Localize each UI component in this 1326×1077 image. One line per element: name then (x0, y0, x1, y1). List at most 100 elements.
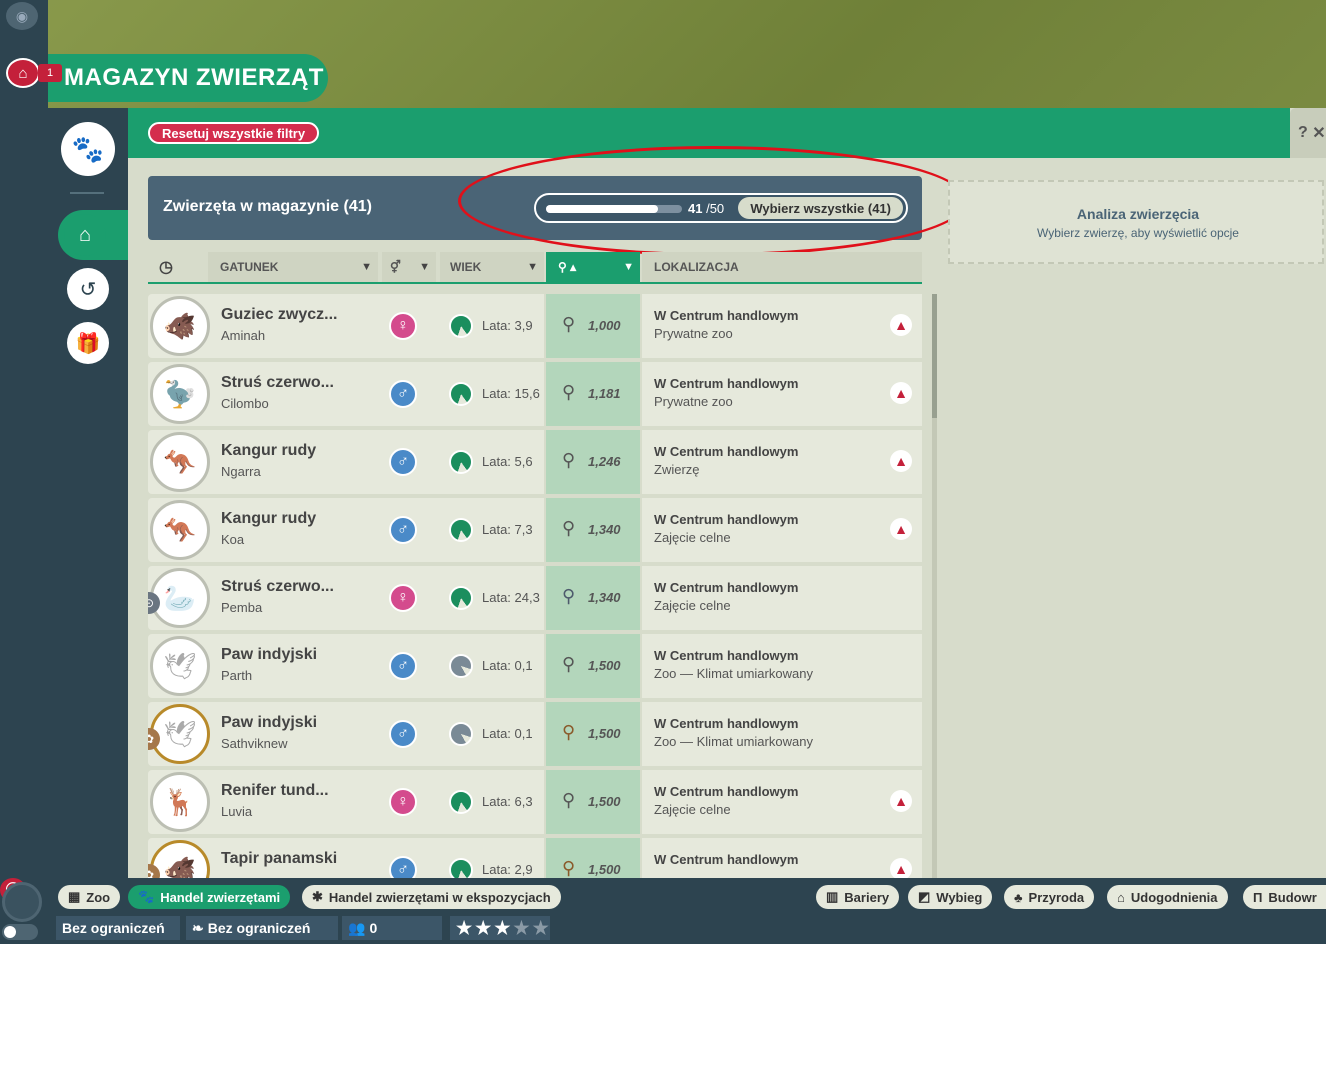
col-sex[interactable]: ⚥ ▼ (382, 252, 436, 282)
rating-cell: ⚲ 1,340 (546, 566, 640, 630)
animal-age: Lata: 3,9 (482, 318, 533, 333)
animal-name: Koa (221, 532, 245, 547)
animal-cell[interactable]: 🦌 Renifer tund... Luvia ♀ Lata: 6,3 (148, 770, 544, 834)
tab-habitat-label: Wybieg (936, 889, 983, 905)
age-icon (449, 722, 473, 746)
animal-row[interactable]: 🐗 ✿ Tapir panamski ♂ Lata: 2,9 ⚲ 1,500 W… (148, 838, 922, 878)
speed-toggle[interactable] (2, 924, 38, 940)
filter-icon[interactable]: ▼ (527, 261, 538, 273)
animal-cell[interactable]: 🕊 ✿ Paw indyjski Sathviknew ♂ Lata: 0,1 (148, 702, 544, 766)
storage-icon[interactable]: ⌂ (6, 58, 40, 88)
col-age[interactable]: WIEK ▼ (440, 252, 544, 282)
warning-icon[interactable]: ▲ (890, 382, 912, 404)
tab-animal-trade[interactable]: 🐾 Handel zwierzętami (128, 885, 291, 909)
camera-icon[interactable]: ◉ (6, 2, 38, 30)
animal-cell[interactable]: 🦢 ⊙ Struś czerwo... Pemba ♀ Lata: 24,3 (148, 566, 544, 630)
animal-row[interactable]: 🦌 Renifer tund... Luvia ♀ Lata: 6,3 ⚲ 1,… (148, 770, 922, 834)
location-primary: W Centrum handlowym (654, 716, 799, 731)
animal-species: Paw indyjski (221, 646, 318, 663)
building-icon: ⌂ (1117, 889, 1125, 905)
location-cell: W Centrum handlowym Zoo — Klimat umiarko… (642, 634, 922, 698)
location-primary: W Centrum handlowym (654, 784, 799, 799)
scrollbar[interactable] (932, 294, 937, 878)
animal-row[interactable]: 🦘 Kangur rudy Ngarra ♂ Lata: 5,6 ⚲ 1,246… (148, 430, 922, 494)
pillar-icon: Π (1253, 889, 1263, 905)
gift-icon[interactable]: 🎁 (67, 322, 109, 364)
animal-cell[interactable]: 🐗 Guziec zwycz... Aminah ♀ Lata: 3,9 (148, 294, 544, 358)
tab-nature[interactable]: ♣ Przyroda (1004, 885, 1095, 909)
analysis-panel: Analiza zwierzęcia Wybierz zwierzę, aby … (948, 180, 1324, 264)
animal-row[interactable]: 🦢 ⊙ Struś czerwo... Pemba ♀ Lata: 24,3 ⚲… (148, 566, 922, 630)
filter-icon[interactable]: ▼ (623, 261, 634, 273)
tab-build[interactable]: Π Budowr (1243, 885, 1326, 909)
capacity-text: 41 /50 (688, 201, 724, 216)
tab-build-label: Budowr (1268, 889, 1317, 905)
location-primary: W Centrum handlowym (654, 648, 799, 663)
select-all-button[interactable]: Wybierz wszystkie (41) (738, 197, 903, 219)
male-icon: ♂ (389, 516, 417, 544)
storage-home-icon[interactable]: ⌂ (64, 214, 106, 256)
warning-icon[interactable]: ▲ (890, 450, 912, 472)
animal-row[interactable]: 🦘 Kangur rudy Koa ♂ Lata: 7,3 ⚲ 1,340 W … (148, 498, 922, 562)
animal-age: Lata: 0,1 (482, 658, 533, 673)
capacity-current: 41 (688, 201, 703, 216)
toggle-knob (4, 926, 16, 938)
rating-icon: ⚲ (562, 790, 576, 810)
col-species-label: GATUNEK (220, 260, 279, 274)
male-icon: ♂ (389, 856, 417, 878)
animal-row[interactable]: 🕊 Paw indyjski Parth ♂ Lata: 0,1 ⚲ 1,500… (148, 634, 922, 698)
male-icon: ♂ (389, 652, 417, 680)
left-rail: ◉ (0, 0, 48, 944)
col-rating[interactable]: ⚲ ▴ ▼ (546, 252, 640, 282)
warning-icon[interactable]: ▲ (890, 314, 912, 336)
animal-cell[interactable]: 🦘 Kangur rudy Koa ♂ Lata: 7,3 (148, 498, 544, 562)
warning-icon[interactable]: ▲ (890, 518, 912, 540)
col-age-label: WIEK (450, 260, 482, 274)
rating-cell: ⚲ 1,181 (546, 362, 640, 426)
location-secondary: Zoo — Klimat umiarkowany (654, 734, 813, 749)
side-nav: 🐾 ⌂ ↺ 🎁 (48, 108, 128, 878)
paw-icon: 🐾 (138, 889, 155, 904)
animal-cell[interactable]: 🦘 Kangur rudy Ngarra ♂ Lata: 5,6 (148, 430, 544, 494)
animal-cell[interactable]: 🐗 ✿ Tapir panamski ♂ Lata: 2,9 (148, 838, 544, 878)
storage-header: Zwierzęta w magazynie (41) 41 /50 Wybier… (148, 176, 922, 240)
notification-badge: 1 (38, 64, 62, 82)
column-header: ◷ GATUNEK ▼ ⚥ ▼ WIEK ▼ ⚲ ▴ ▼ LOKALIZACJA (148, 252, 922, 284)
tree-icon: ♣ (1014, 889, 1023, 905)
tab-zoo[interactable]: ▦ Zoo (58, 885, 121, 909)
tab-exhibit-trade[interactable]: ✱ Handel zwierzętami w ekspozycjach (302, 885, 561, 909)
tab-barriers[interactable]: ▥ Bariery (816, 885, 900, 909)
col-location[interactable]: LOKALIZACJA (642, 252, 922, 282)
nav-storage-tab[interactable]: ⌂ (58, 210, 128, 260)
reset-filters-button[interactable]: Resetuj wszystkie filtry (148, 122, 320, 144)
rating-value: 1,340 (588, 522, 621, 537)
warning-icon[interactable]: ▲ (890, 858, 912, 878)
female-icon: ♀ (389, 584, 417, 612)
filter-strip: Resetuj wszystkie filtry (128, 108, 1290, 158)
col-species[interactable]: GATUNEK ▼ (208, 252, 378, 282)
menu-icon[interactable] (2, 882, 42, 922)
paw-icon[interactable]: 🐾 (61, 122, 115, 176)
history-icon[interactable]: ↺ (67, 268, 109, 310)
tab-facilities[interactable]: ⌂ Udogodnienia (1107, 885, 1228, 909)
star-icon: ★ (532, 917, 549, 938)
animal-row[interactable]: 🕊 ✿ Paw indyjski Sathviknew ♂ Lata: 0,1 … (148, 702, 922, 766)
rating-icon: ⚲ (562, 654, 576, 674)
scrollbar-thumb[interactable] (932, 294, 937, 418)
tab-habitat[interactable]: ◩ Wybieg (908, 885, 993, 909)
warning-icon[interactable]: ▲ (890, 790, 912, 812)
location-cell: W Centrum handlowym ▲ (642, 838, 922, 878)
animal-cell[interactable]: 🦤 Struś czerwo... Cilombo ♂ Lata: 15,6 (148, 362, 544, 426)
animal-name: Cilombo (221, 396, 269, 411)
rating-cell: ⚲ 1,340 (546, 498, 640, 562)
filter-icon[interactable]: ▼ (419, 261, 430, 273)
animal-row[interactable]: 🦤 Struś czerwo... Cilombo ♂ Lata: 15,6 ⚲… (148, 362, 922, 426)
animal-age: Lata: 6,3 (482, 794, 533, 809)
age-icon (449, 858, 473, 878)
animal-row[interactable]: 🐗 Guziec zwycz... Aminah ♀ Lata: 3,9 ⚲ 1… (148, 294, 922, 358)
location-cell: W Centrum handlowym Prywatne zoo ▲ (642, 362, 922, 426)
clock-icon[interactable]: ◷ (148, 252, 184, 282)
help-button[interactable]: ? ✕ (1290, 108, 1326, 158)
animal-cell[interactable]: 🕊 Paw indyjski Parth ♂ Lata: 0,1 (148, 634, 544, 698)
filter-icon[interactable]: ▼ (361, 261, 372, 273)
